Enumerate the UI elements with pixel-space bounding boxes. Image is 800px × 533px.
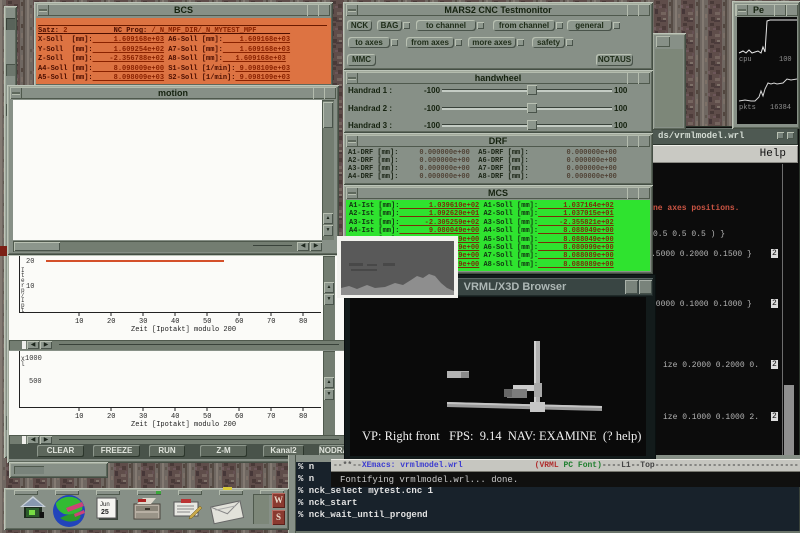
svg-text:30: 30 — [139, 413, 147, 421]
svg-text:pkts: pkts — [739, 104, 756, 112]
svg-text:25: 25 — [101, 509, 109, 516]
svg-text:Zeit [Ipotakt] modulo 200: Zeit [Ipotakt] modulo 200 — [131, 326, 236, 334]
svg-text:80: 80 — [299, 318, 307, 326]
svg-text:40: 40 — [171, 413, 179, 421]
svg-text:50: 50 — [203, 318, 211, 326]
svg-text:70: 70 — [267, 318, 275, 326]
svg-text:cpu: cpu — [739, 56, 752, 64]
svg-text:Jun: Jun — [100, 502, 110, 508]
svg-text:60: 60 — [235, 413, 243, 421]
svg-text:50: 50 — [203, 413, 211, 421]
svg-text:40: 40 — [171, 318, 179, 326]
svg-text:10: 10 — [75, 318, 83, 326]
svg-text:100: 100 — [779, 56, 792, 64]
svg-text:20: 20 — [107, 413, 115, 421]
svg-text:Zeit [Ipotakt] modulo 200: Zeit [Ipotakt] modulo 200 — [131, 421, 236, 429]
svg-text:60: 60 — [235, 318, 243, 326]
svg-text:30: 30 — [139, 318, 147, 326]
svg-text:70: 70 — [267, 413, 275, 421]
svg-text:10: 10 — [75, 413, 83, 421]
svg-text:16384: 16384 — [770, 104, 791, 112]
svg-text:80: 80 — [299, 413, 307, 421]
svg-text:20: 20 — [107, 318, 115, 326]
